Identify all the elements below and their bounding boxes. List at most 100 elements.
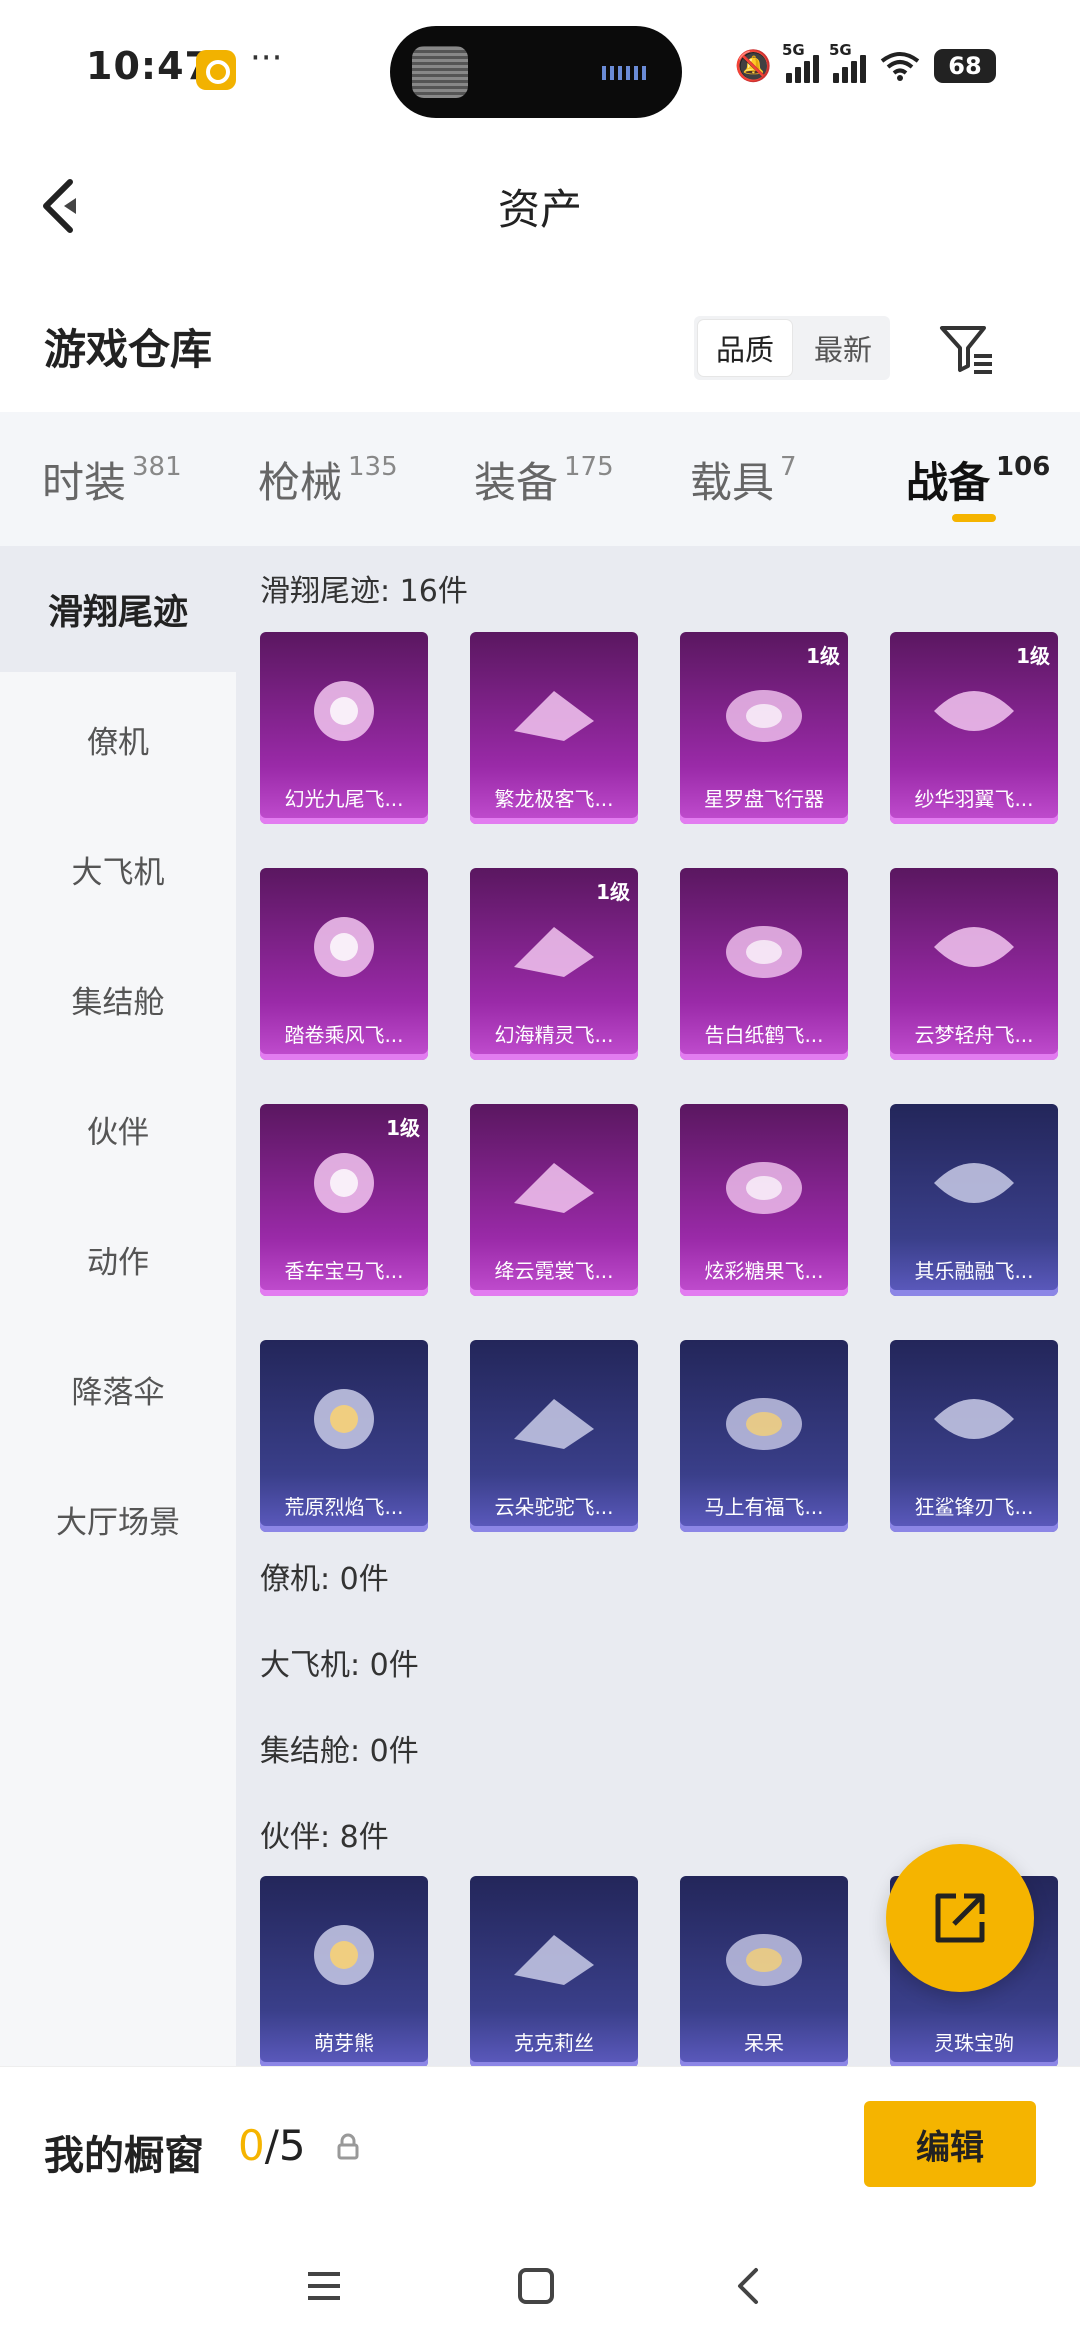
item-card[interactable]: 狂鲨锋刃飞... <box>890 1340 1058 1532</box>
sidebar-item-glide-trail[interactable]: 滑翔尾迹 <box>0 546 236 672</box>
tab-count: 175 <box>564 452 614 482</box>
section-title-capsule: 集结舱: 0件 <box>260 1734 419 1769</box>
item-thumbnail-image <box>714 1900 814 2010</box>
item-name: 踏卷乘风飞... <box>284 1023 404 1047</box>
showcase-filled: 0 <box>238 2121 265 2170</box>
item-name: 星罗盘飞行器 <box>704 787 824 811</box>
item-card[interactable]: 绛云霓裳飞... <box>470 1104 638 1296</box>
sort-latest-button[interactable]: 最新 <box>796 316 890 380</box>
section-title-glide: 滑翔尾迹: 16件 <box>260 574 468 609</box>
sidebar-item-partner[interactable]: 伙伴 <box>0 1066 236 1192</box>
item-thumbnail-image <box>504 1128 604 1238</box>
item-card[interactable]: 幻光九尾飞... <box>260 632 428 824</box>
tab-equipment[interactable]: 装备 175 <box>432 412 648 546</box>
section-title-big-plane: 大飞机: 0件 <box>260 1648 419 1683</box>
item-card[interactable]: 呆呆 <box>680 1876 848 2066</box>
item-thumbnail-image <box>714 656 814 766</box>
item-card[interactable]: 萌芽熊 <box>260 1876 428 2066</box>
item-thumbnail-image <box>294 656 394 766</box>
menu-icon[interactable] <box>294 2256 354 2316</box>
section-title-partner: 伙伴: 8件 <box>260 1820 389 1855</box>
item-level-badge: 1级 <box>1016 644 1050 668</box>
item-thumbnail-image <box>504 1364 604 1474</box>
system-nav-bar <box>0 2232 1080 2347</box>
item-card[interactable]: 云朵驼驼飞... <box>470 1340 638 1532</box>
home-icon[interactable] <box>506 2256 566 2316</box>
island-audio-bars-icon <box>602 66 648 80</box>
category-tabs: 时装 381 枪械 135 装备 175 载具 7 战备 106 <box>0 412 1080 546</box>
tab-label: 装备 <box>474 457 559 507</box>
item-thumbnail-image <box>714 1364 814 1474</box>
item-thumbnail-image <box>924 892 1024 1002</box>
item-name: 克克莉丝 <box>514 2031 594 2055</box>
page-title: 资产 <box>497 185 582 234</box>
showcase-total: /5 <box>264 2121 306 2170</box>
tab-label: 载具 <box>690 457 775 507</box>
item-name: 灵珠宝驹 <box>934 2031 1014 2055</box>
item-thumbnail-image <box>504 1900 604 2010</box>
item-name: 荒原烈焰飞... <box>284 1495 404 1519</box>
showcase-bar: 我的橱窗 0/5 编辑 <box>0 2066 1080 2232</box>
item-name: 云朵驼驼飞... <box>494 1495 614 1519</box>
battery-icon: 68 <box>934 49 996 83</box>
status-time: 10:47 <box>86 44 212 88</box>
item-thumbnail-image <box>714 1128 814 1238</box>
filter-icon[interactable] <box>936 318 996 378</box>
item-level-badge: 1级 <box>806 644 840 668</box>
item-name: 炫彩糖果飞... <box>704 1259 824 1283</box>
item-name: 幻海精灵飞... <box>494 1023 614 1047</box>
item-thumbnail-image <box>504 892 604 1002</box>
sidebar-item-big-plane[interactable]: 大飞机 <box>0 806 236 932</box>
warehouse-title: 游戏仓库 <box>44 325 213 374</box>
status-icons: 🔕 5G 5G 68 <box>735 36 996 96</box>
item-name: 绛云霓裳飞... <box>494 1259 614 1283</box>
sidebar-item-capsule[interactable]: 集结舱 <box>0 936 236 1062</box>
edit-button[interactable]: 编辑 <box>864 2101 1036 2187</box>
item-card[interactable]: 1级 纱华羽翼飞... <box>890 632 1058 824</box>
share-button[interactable] <box>886 1844 1034 1992</box>
item-thumbnail-image <box>714 892 814 1002</box>
tab-label: 时装 <box>42 457 127 507</box>
item-thumbnail-image <box>294 1364 394 1474</box>
tab-count: 106 <box>996 452 1051 482</box>
item-card[interactable]: 1级 香车宝马飞... <box>260 1104 428 1296</box>
item-name: 呆呆 <box>744 2031 784 2055</box>
sidebar: 滑翔尾迹 僚机 大飞机 集结舱 伙伴 动作 降落伞 大厅场景 <box>0 546 236 2066</box>
sort-quality-button[interactable]: 品质 <box>698 320 792 376</box>
back-icon[interactable] <box>720 2256 780 2316</box>
item-card[interactable]: 云梦轻舟飞... <box>890 868 1058 1060</box>
top-header: 资产 <box>0 140 1080 270</box>
dynamic-island <box>390 26 682 118</box>
tab-combat-prep[interactable]: 战备 106 <box>864 412 1080 546</box>
item-name: 狂鲨锋刃飞... <box>914 1495 1034 1519</box>
item-thumbnail-image <box>294 892 394 1002</box>
tab-count: 7 <box>780 452 797 482</box>
item-card[interactable]: 马上有福飞... <box>680 1340 848 1532</box>
tab-vehicles[interactable]: 载具 7 <box>648 412 864 546</box>
item-card[interactable]: 1级 幻海精灵飞... <box>470 868 638 1060</box>
sort-toggle: 品质 最新 <box>694 316 890 380</box>
item-card[interactable]: 踏卷乘风飞... <box>260 868 428 1060</box>
item-list: 滑翔尾迹: 16件 幻光九尾飞... 繁龙极客飞... 1级 星罗盘飞行器 1级 纱华羽翼… <box>236 546 1080 2066</box>
item-card[interactable]: 荒原烈焰飞... <box>260 1340 428 1532</box>
mute-bell-icon: 🔕 <box>734 48 772 84</box>
sidebar-item-parachute[interactable]: 降落伞 <box>0 1326 236 1452</box>
sidebar-item-lobby-scene[interactable]: 大厅场景 <box>0 1456 236 1582</box>
signal-5g-1-icon: 5G <box>782 41 819 83</box>
item-card[interactable]: 其乐融融飞... <box>890 1104 1058 1296</box>
item-card[interactable]: 繁龙极客飞... <box>470 632 638 824</box>
item-card[interactable]: 1级星罗盘飞行器 <box>680 632 848 824</box>
tab-count: 135 <box>348 452 398 482</box>
signal-label: 5G <box>829 41 852 59</box>
sidebar-item-emote[interactable]: 动作 <box>0 1196 236 1322</box>
tab-guns[interactable]: 枪械 135 <box>216 412 432 546</box>
signal-5g-2-icon: 5G <box>829 41 866 83</box>
more-notifications-icon: ··· <box>250 38 283 78</box>
item-card[interactable]: 克克莉丝 <box>470 1876 638 2066</box>
item-name: 告白纸鹤飞... <box>704 1023 824 1047</box>
tab-fashion[interactable]: 时装 381 <box>0 412 216 546</box>
item-card[interactable]: 告白纸鹤飞... <box>680 868 848 1060</box>
item-card[interactable]: 炫彩糖果飞... <box>680 1104 848 1296</box>
sidebar-item-wingman[interactable]: 僚机 <box>0 676 236 802</box>
signal-label: 5G <box>782 41 805 59</box>
